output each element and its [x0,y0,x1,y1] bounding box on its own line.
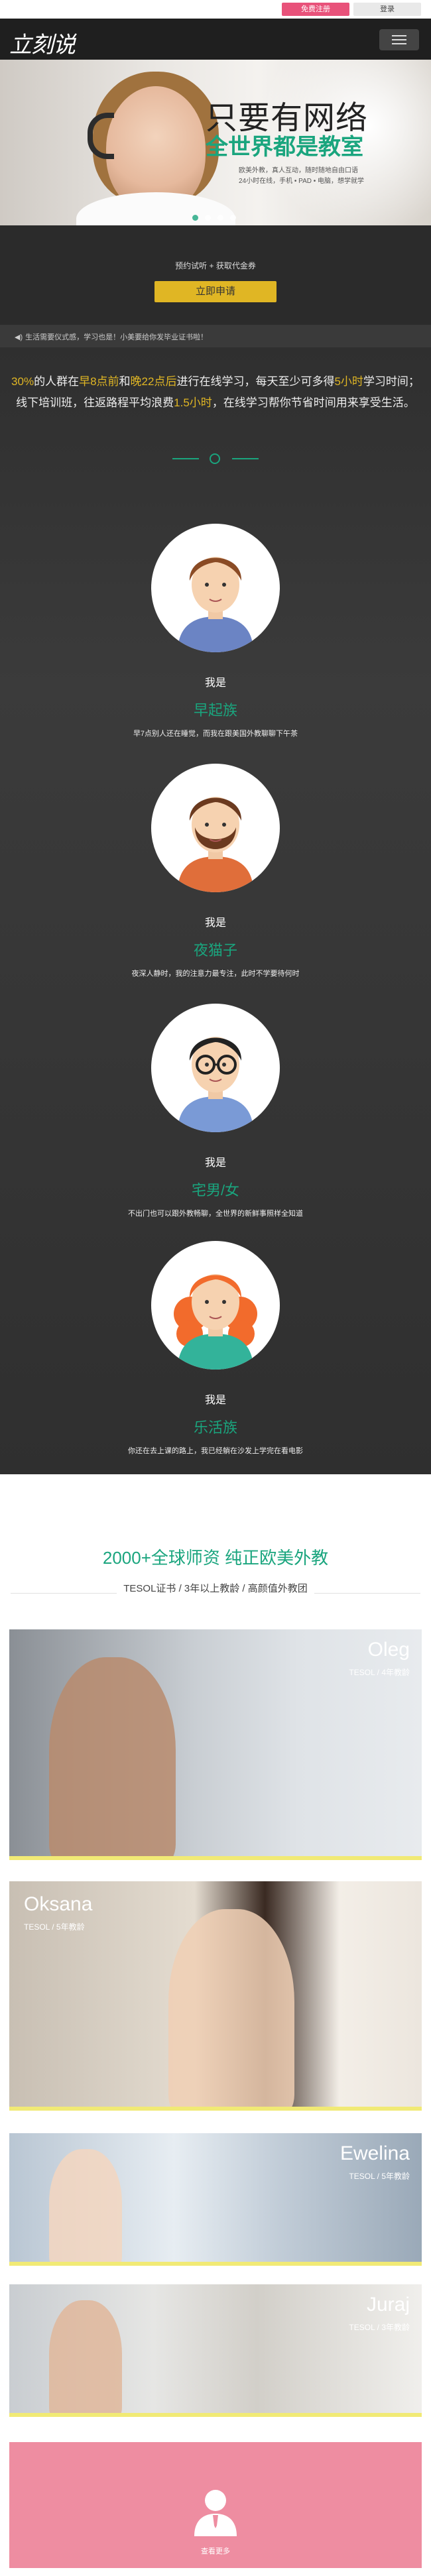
teacher-photo [49,2149,122,2266]
carousel-dot[interactable] [205,215,211,221]
user-icon [194,2490,237,2536]
site-header: 立刻说 [0,19,431,60]
teacher-name: Oleg [367,1639,410,1661]
accent-bar [9,2262,422,2266]
register-button[interactable]: 免费注册 [282,3,349,16]
persona-label: 我是 [204,917,226,929]
accent-bar [9,2107,422,2111]
teacher-name: Ewelina [339,2142,410,2164]
top-bar: 免费注册 登录 [0,0,431,19]
carousel-dot[interactable] [230,215,236,221]
hero-banner[interactable]: 只要有网络 全世界都是教室 欧美外教，真人互动，随时随地自由口语 24小时在线，… [0,60,431,225]
carousel-dot[interactable] [217,215,223,221]
persona-section: 30%的人群在早8点前和晚22点后进行在线学习，每天至少可多得5小时学习时间；线… [0,347,431,1474]
persona-desc: 夜深人静时，我的注意力最专注，此时不学要待何时 [131,970,300,978]
teacher-card[interactable]: Oleg TESOL / 4年教龄 [9,1629,422,1860]
persona-name: 夜猫子 [193,942,237,959]
teacher-info: TESOL / 4年教龄 [349,1668,410,1677]
intro-text-part: 的人群在 [34,375,80,388]
intro-text-part: 和 [119,375,131,388]
apply-text: 预约试听 + 获取代金券 [175,261,256,270]
persona-name: 早起族 [193,702,237,719]
intro-highlight: 晚22点后 [130,375,177,388]
persona-desc: 不出门也可以跟外教畅聊，全世界的新鲜事照样全知道 [128,1210,303,1218]
speaker-icon: ◀) [15,333,23,341]
teacher-photo [49,1657,176,1860]
intro-highlight: 30% [11,375,34,388]
apply-section: 预约试听 + 获取代金券 立即申请 [0,225,431,325]
accent-bar [9,2413,422,2417]
teacher-info: TESOL / 5年教龄 [24,1922,85,1932]
carousel-dots[interactable] [192,212,243,224]
teachers-title: 2000+全球师资 纯正欧美外教 [102,1548,329,1568]
persona-label: 我是 [204,1157,226,1169]
menu-icon[interactable] [379,29,419,50]
persona-label: 我是 [204,677,226,689]
teacher-card[interactable]: Juraj TESOL / 3年教龄 [9,2284,422,2417]
persona-label: 我是 [204,1395,226,1406]
persona-desc: 早7点别人还在睡觉，而我在跟美国外教聊聊下午茶 [133,730,298,738]
headset-icon [88,113,114,159]
teacher-name: Oksana [24,1893,93,1915]
view-more-label: 查看更多 [201,2547,230,2555]
ticker-text: 生活需要仪式感，学习也是！小美要给你发毕业证书啦！ [25,333,208,341]
persona-desc: 你还在去上课的路上，我已经躺在沙发上学完在看电影 [128,1447,303,1455]
logo[interactable]: 立刻说 [9,27,76,59]
teacher-name: Juraj [366,2294,410,2315]
hero-line-1: 欧美外教，真人互动，随时随地自由口语 [239,167,358,174]
teacher-photo [49,2300,122,2417]
divider-ornament [172,452,259,465]
persona-avatar [151,1241,280,1370]
persona-avatar [151,764,280,892]
accent-bar [9,1856,422,1860]
intro-text-part: ，在线学习帮你节省时间用来享受生活。 [212,396,415,409]
notice-ticker[interactable]: ◀) 生活需要仪式感，学习也是！小美要给你发毕业证书啦！ [0,325,431,347]
teachers-subtitle: TESOL证书 / 3年以上教龄 / 高颜值外教团 [0,1581,431,1595]
intro-highlight: 1.5小时 [174,396,212,409]
intro-highlight: 5小时 [334,375,363,388]
persona-name: 宅男/女 [191,1182,240,1199]
teacher-info: TESOL / 5年教龄 [349,2172,410,2181]
apply-button[interactable]: 立即申请 [154,281,277,302]
persona-avatar [151,1004,280,1132]
carousel-dot[interactable] [192,215,198,221]
login-button[interactable]: 登录 [353,3,421,16]
teacher-card[interactable]: Oksana TESOL / 5年教龄 [9,1881,422,2111]
view-more-button[interactable]: 查看更多 [9,2442,422,2568]
teacher-photo [168,1909,294,2111]
persona-avatar [151,524,280,652]
hero-line-2: 24小时在线，手机 • PAD • 电脑，想学就学 [239,178,365,185]
persona-name: 乐活族 [193,1419,237,1436]
teacher-card[interactable]: Ewelina TESOL / 5年教龄 [9,2133,422,2266]
intro-highlight: 早8点前 [79,375,119,388]
intro-text: 30%的人群在早8点前和晚22点后进行在线学习，每天至少可多得5小时学习时间；线… [11,371,420,414]
teacher-info: TESOL / 3年教龄 [349,2323,410,2332]
intro-text-part: 进行在线学习，每天至少可多得 [176,375,335,388]
hero-subtitle: 全世界都是教室 [206,135,363,160]
